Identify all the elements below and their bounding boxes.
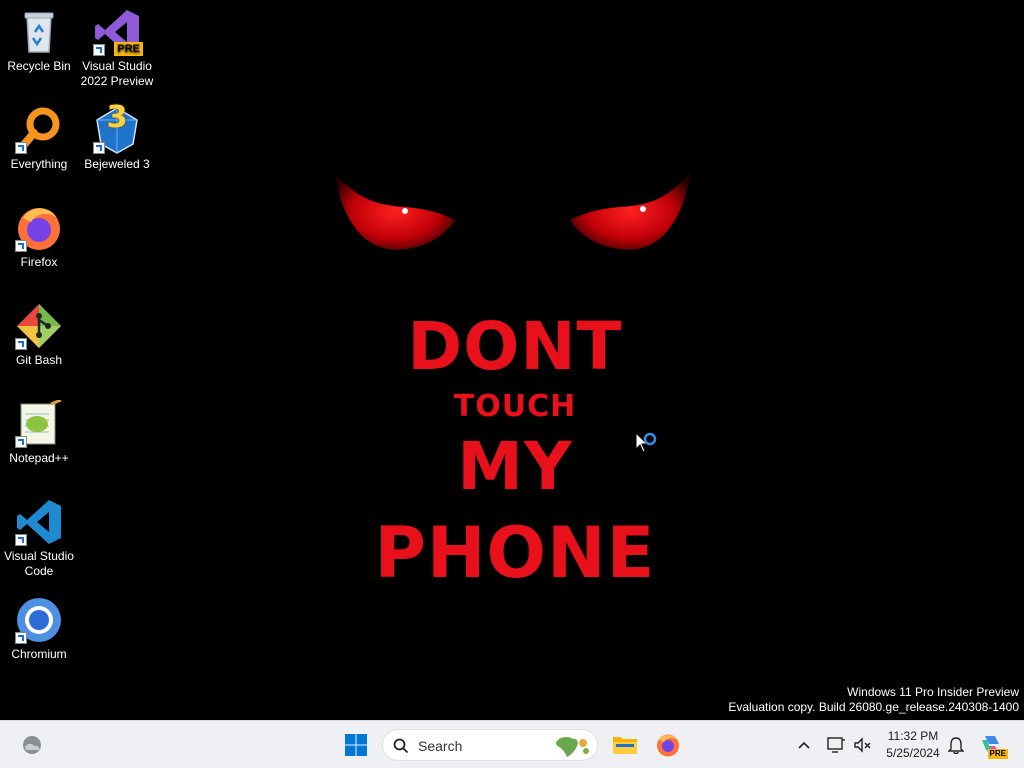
shortcut-arrow-icon <box>15 632 27 644</box>
chevron-up-icon <box>798 741 810 749</box>
copilot-preview-badge: PRE <box>987 749 1008 759</box>
copilot-button[interactable]: PRE <box>976 729 1008 761</box>
watermark-build: Evaluation copy. Build 26080.ge_release.… <box>728 700 1019 714</box>
search-highlight-africa-icon <box>555 736 589 757</box>
wallpaper-text-line-4: PHONE <box>374 512 656 594</box>
network-icon <box>827 737 845 753</box>
wallpaper-text-line-1: DONT <box>407 308 623 385</box>
git-bash-icon <box>15 302 63 350</box>
desktop-icon-firefox[interactable]: Firefox <box>0 204 78 270</box>
desktop-icon-label: Visual Studio Code <box>4 549 74 578</box>
desktop-icon-label: Bejeweled 3 <box>84 157 150 171</box>
wallpaper-text-line-2: TOUCH <box>453 389 577 424</box>
shortcut-arrow-icon <box>93 44 105 56</box>
shortcut-arrow-icon <box>15 534 27 546</box>
visual-studio-preview-icon: PRE <box>93 8 143 56</box>
folder-icon <box>613 737 637 754</box>
clock-date: 5/25/2024 <box>886 746 940 760</box>
desktop-icon-bejeweled[interactable]: 3 Bejeweled 3 <box>78 100 156 172</box>
desktop-icon-vscode[interactable]: Visual Studio Code <box>0 498 78 579</box>
shortcut-arrow-icon <box>15 436 27 448</box>
speaker-muted-icon <box>854 737 871 753</box>
recycle-bin-icon <box>15 8 63 56</box>
left-eye-graphic <box>335 173 455 250</box>
desktop-icon-recycle-bin[interactable]: Recycle Bin <box>0 8 78 74</box>
clock-time: 11:32 PM <box>887 729 939 743</box>
desktop-icon-visual-studio-preview[interactable]: PRE Visual Studio 2022 Preview <box>78 8 156 89</box>
firefox-icon <box>657 734 679 757</box>
preview-badge: PRE <box>114 42 143 56</box>
firefox-icon <box>15 204 63 252</box>
file-explorer-button[interactable] <box>609 729 641 761</box>
network-status-button[interactable] <box>822 729 850 761</box>
watermark-edition: Windows 11 Pro Insider Preview <box>847 685 1019 699</box>
desktop: DONT TOUCH MY PHONE Recycle Bin PRE Visu… <box>0 0 1024 720</box>
widgets-button[interactable] <box>16 729 48 761</box>
desktop-icon-git-bash[interactable]: Git Bash <box>0 302 78 368</box>
firefox-taskbar-button[interactable] <box>652 729 684 761</box>
notepad-plus-plus-icon <box>15 398 63 448</box>
shortcut-arrow-icon <box>15 338 27 350</box>
search-placeholder: Search <box>418 738 463 754</box>
right-eye-graphic <box>570 173 690 250</box>
windows-watermark: Windows 11 Pro Insider Preview Evaluatio… <box>728 685 1019 715</box>
desktop-icon-everything[interactable]: Everything <box>0 106 78 172</box>
notifications-button[interactable] <box>942 729 970 761</box>
vscode-icon <box>15 498 63 546</box>
shortcut-arrow-icon <box>15 240 27 252</box>
show-hidden-icons-button[interactable] <box>789 729 819 761</box>
desktop-icon-label: Firefox <box>20 255 58 269</box>
chromium-icon <box>15 596 63 644</box>
taskbar: Search 11:32 PM 5/25/2024 PRE <box>0 720 1024 768</box>
bejeweled-icon: 3 <box>93 100 141 154</box>
search-icon <box>393 738 409 754</box>
desktop-icon-notepad-plus-plus[interactable]: Notepad++ <box>0 398 78 466</box>
desktop-icon-label: Chromium <box>11 647 67 661</box>
bejeweled-number: 3 <box>106 100 128 135</box>
taskbar-search-box[interactable]: Search <box>382 729 598 761</box>
desktop-icon-label: Recycle Bin <box>7 59 71 73</box>
windows-logo-icon <box>345 734 367 756</box>
weather-icon <box>23 736 41 754</box>
volume-status-button[interactable] <box>848 729 876 761</box>
bell-icon <box>948 737 964 754</box>
everything-search-icon <box>15 106 63 154</box>
desktop-icon-label: Everything <box>10 157 68 171</box>
desktop-icon-chromium[interactable]: Chromium <box>0 596 78 662</box>
mouse-cursor-busy-icon <box>634 431 660 464</box>
shortcut-arrow-icon <box>93 142 105 154</box>
desktop-icon-label: Notepad++ <box>9 451 69 465</box>
desktop-icon-label: Visual Studio 2022 Preview <box>80 59 154 88</box>
start-button[interactable] <box>340 729 372 761</box>
desktop-icon-label: Git Bash <box>15 353 63 367</box>
shortcut-arrow-icon <box>15 142 27 154</box>
